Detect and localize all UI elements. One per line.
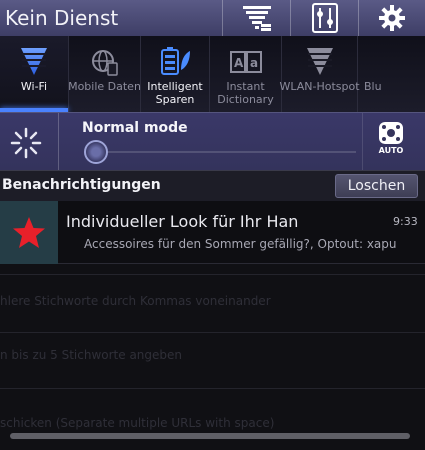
toggle-wifi[interactable]: Wi-Fi	[0, 36, 69, 112]
battery-leaf-icon	[161, 47, 190, 75]
brightness-slider-track[interactable]	[96, 151, 356, 153]
bg-text-line: n bis zu 5 Stichworte angeben	[0, 348, 183, 362]
toggle-instant-dictionary[interactable]: A a Instant Dictionary	[210, 36, 282, 112]
clear-notifications-button[interactable]: Loschen	[335, 174, 418, 198]
auto-brightness-icon	[379, 122, 403, 144]
notification-title: Individueller Look für Ihr Han	[66, 212, 299, 231]
top-bar: Kein Dienst	[0, 0, 425, 36]
equalizer-settings-button[interactable]	[290, 0, 358, 36]
notification-app-icon	[0, 201, 58, 264]
brightness-icon[interactable]	[8, 125, 44, 161]
toggle-wifi-label: Wi-Fi	[20, 80, 48, 93]
toggle-wlan-hotspot-label: WLAN-Hotspot	[279, 80, 360, 93]
carrier-status-title: Kein Dienst	[5, 6, 119, 30]
notifications-header: Benachrichtigungen Loschen	[0, 170, 425, 201]
scrollbar[interactable]	[10, 433, 410, 439]
bg-text-line: hlere Stichworte durch Kommas voneinande…	[0, 294, 271, 308]
star-icon	[13, 216, 45, 248]
toggle-instant-dictionary-label: Instant Dictionary	[217, 80, 274, 106]
auto-label: AUTO	[378, 146, 404, 155]
bg-divider	[0, 332, 425, 333]
toggle-mobile-data-label: Mobile Daten	[68, 80, 141, 93]
hotspot-icon	[306, 48, 333, 75]
notifications-title: Benachrichtigungen	[2, 177, 161, 193]
notification-filter-button[interactable]	[222, 0, 290, 36]
toggle-mobile-data[interactable]: Mobile Daten	[68, 36, 141, 112]
notification-filter-icon	[242, 6, 271, 31]
quick-settings-toggles: Wi-Fi Mobile Daten Intelligent Sparen A …	[0, 36, 425, 112]
brightness-mode-row: Normal mode AUTO	[0, 112, 425, 171]
mode-label: Normal mode	[82, 120, 188, 136]
toggle-wlan-hotspot[interactable]: WLAN-Hotspot	[279, 36, 360, 112]
notification-item[interactable]: Individueller Look für Ihr Han 9:33 Acce…	[0, 201, 425, 264]
toggle-bluetooth[interactable]: Blu	[358, 36, 398, 112]
globe-mobile-data-icon	[91, 50, 118, 76]
bg-divider	[0, 388, 425, 389]
toggle-bluetooth-label: Blu	[364, 80, 382, 93]
bg-text-line: schicken (Separate multiple URLs with sp…	[0, 416, 275, 430]
toggle-intelligent-saving[interactable]: Intelligent Sparen	[141, 36, 210, 112]
auto-brightness-button[interactable]: AUTO	[372, 121, 410, 165]
equalizer-settings-icon	[311, 3, 338, 33]
brightness-slider-thumb[interactable]	[84, 140, 108, 164]
settings-button[interactable]	[358, 0, 425, 36]
bg-divider	[0, 274, 425, 275]
notification-time: 9:33	[393, 215, 418, 228]
notification-text: Accessoires für den Sommer gefällig?, Op…	[84, 237, 397, 251]
toggle-intelligent-saving-label: Intelligent Sparen	[147, 80, 203, 106]
dimmed-background: hlere Stichworte durch Kommas voneinande…	[0, 264, 425, 450]
notification-shade: Kein Dienst Wi-Fi Mobile Daten Intellige…	[0, 0, 425, 450]
svg-text:a: a	[250, 56, 258, 70]
wifi-icon	[21, 48, 47, 75]
mode-divider	[58, 113, 59, 171]
gear-icon	[379, 5, 405, 31]
dictionary-icon: A a	[229, 51, 262, 73]
svg-text:A: A	[234, 56, 244, 70]
auto-divider	[362, 113, 363, 171]
